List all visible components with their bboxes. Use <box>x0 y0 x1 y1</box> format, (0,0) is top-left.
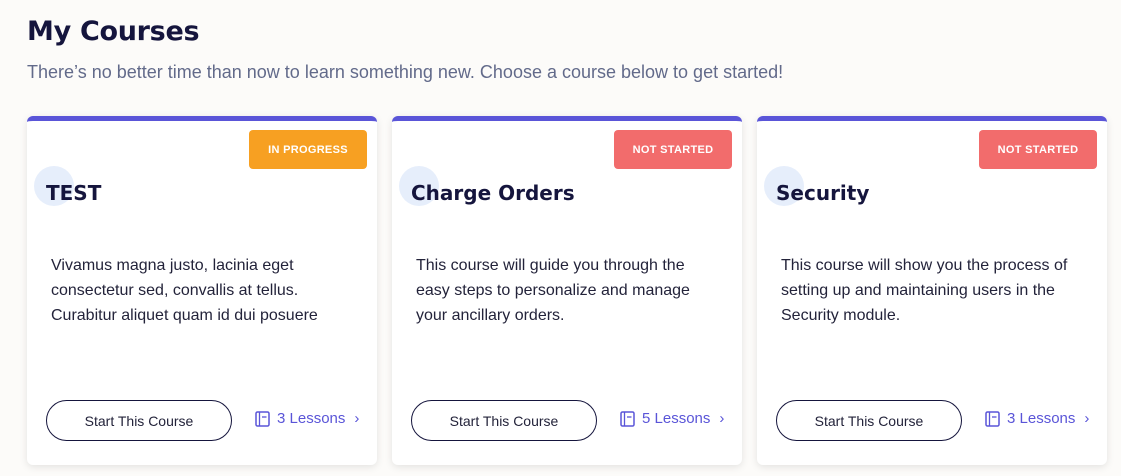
lessons-link[interactable]: 5 Lessons › <box>620 410 724 427</box>
course-card: NOT STARTED Security This course will sh… <box>757 116 1107 465</box>
lessons-count: 3 Lessons <box>1007 410 1076 427</box>
lessons-link[interactable]: 3 Lessons › <box>255 410 359 427</box>
chevron-right-icon: › <box>1084 410 1090 427</box>
start-course-button[interactable]: Start This Course <box>411 400 597 441</box>
status-badge: NOT STARTED <box>979 130 1097 169</box>
book-icon <box>985 410 1000 427</box>
course-description: This course will show you the process of… <box>781 257 1068 324</box>
start-course-button[interactable]: Start This Course <box>776 400 962 441</box>
course-title: Charge Orders <box>411 181 575 205</box>
book-icon <box>620 410 635 427</box>
course-title: TEST <box>46 181 102 205</box>
chevron-right-icon: › <box>354 410 360 427</box>
book-icon <box>255 410 270 427</box>
course-card: IN PROGRESS TEST Vivamus magna justo, la… <box>27 116 377 465</box>
lessons-count: 5 Lessons <box>642 410 711 427</box>
start-course-button[interactable]: Start This Course <box>46 400 232 441</box>
course-card: NOT STARTED Charge Orders This course wi… <box>392 116 742 465</box>
lessons-link[interactable]: 3 Lessons › <box>985 410 1089 427</box>
course-description: Vivamus magna justo, lacinia eget consec… <box>51 257 318 324</box>
chevron-right-icon: › <box>719 410 725 427</box>
course-title: Security <box>776 181 870 205</box>
status-badge: NOT STARTED <box>614 130 732 169</box>
course-description: This course will guide you through the e… <box>416 257 690 324</box>
page-subtitle: There’s no better time than now to learn… <box>27 62 784 82</box>
page-title: My Courses <box>27 16 200 47</box>
status-badge: IN PROGRESS <box>249 130 367 169</box>
lessons-count: 3 Lessons <box>277 410 346 427</box>
